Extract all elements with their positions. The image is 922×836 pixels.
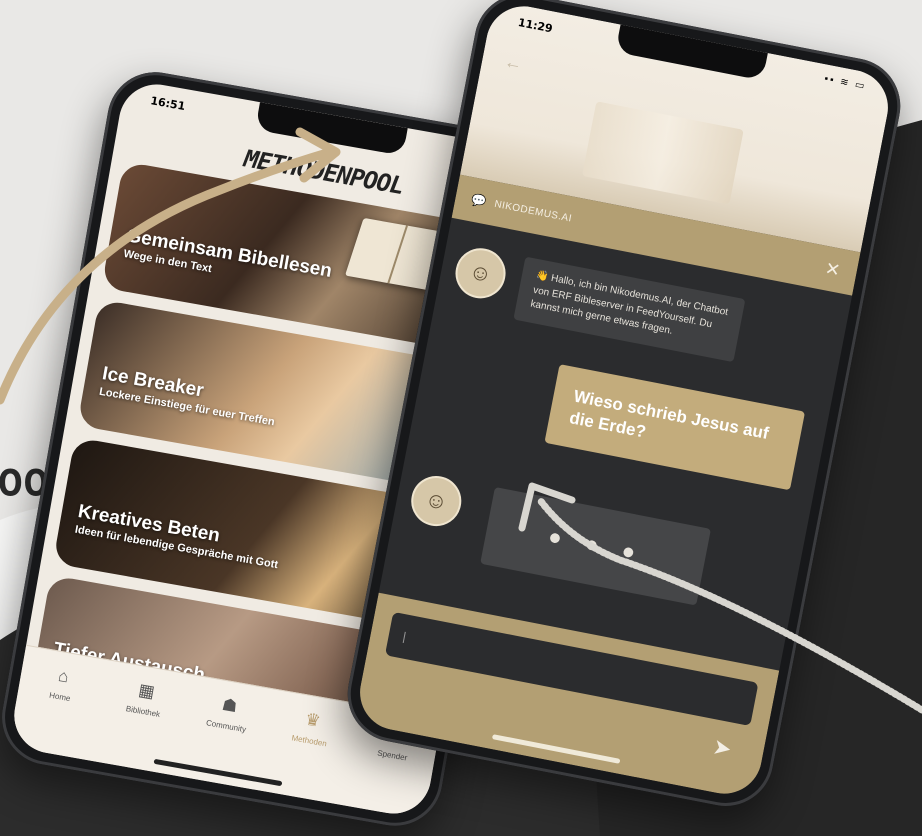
message-input[interactable]: |	[384, 611, 759, 727]
tab-community[interactable]: ☗ Community	[191, 690, 266, 737]
tab-label: Home	[48, 690, 72, 704]
bot-message: 👋 Hallo, ich bin Nikodemus.AI, der Chatb…	[513, 256, 746, 362]
methods-icon: ♛	[303, 709, 323, 731]
chat-bubble-icon: 💬	[470, 192, 489, 210]
book-photo	[581, 101, 744, 205]
tab-bibliothek[interactable]: ▦ Bibliothek	[108, 675, 183, 722]
community-icon: ☗	[220, 694, 239, 717]
tab-home[interactable]: ⌂ Home	[25, 661, 100, 708]
tab-methoden[interactable]: ♛ Methoden	[274, 705, 349, 752]
chat-title: NIKODEMUS.AI	[493, 198, 573, 225]
tab-label: Methoden	[290, 733, 328, 749]
send-icon[interactable]: ➤	[711, 734, 734, 763]
bot-typing-row: ☺ • • •	[402, 471, 786, 620]
tab-label: Bibliothek	[125, 704, 161, 720]
user-message: Wieso schrieb Jesus auf die Erde?	[544, 364, 806, 491]
home-icon: ⌂	[56, 665, 71, 687]
tab-label: Spender	[376, 748, 408, 763]
bot-avatar: ☺	[451, 243, 510, 303]
bot-avatar: ☺	[406, 471, 466, 531]
status-time: 16:51	[149, 94, 187, 114]
tab-label: Community	[205, 718, 247, 735]
library-icon: ▦	[137, 680, 157, 702]
close-icon[interactable]: ✕	[823, 258, 842, 282]
typing-indicator: • • •	[480, 486, 711, 606]
